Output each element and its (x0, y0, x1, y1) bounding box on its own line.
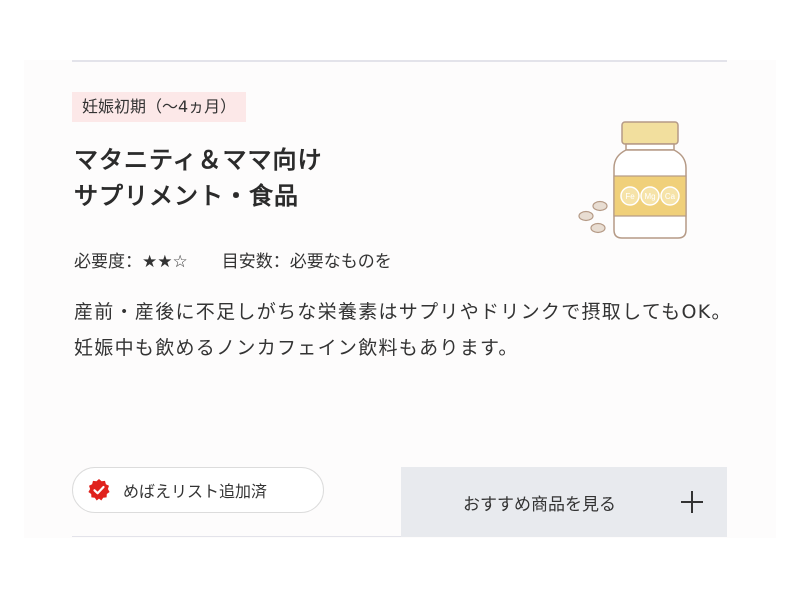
supplement-bottle-icon: Fe Mg Ca (578, 121, 687, 239)
check-badge-icon (88, 479, 110, 501)
necessity-rating: ★★☆ (142, 252, 188, 272)
plus-icon (681, 491, 703, 513)
view-recommended-button[interactable]: おすすめ商品を見る (401, 467, 727, 537)
card-description: 産前・産後に不足しがちな栄養素はサプリやドリンクで摂取してもOK。妊娠中も飲める… (74, 301, 732, 359)
label-fe: Fe (625, 192, 635, 201)
top-divider (72, 60, 727, 62)
label-ca: Ca (665, 192, 676, 201)
card-title-line-1: マタニティ＆ママ向け (74, 146, 323, 174)
necessity-label: 必要度： (74, 252, 142, 272)
period-tag: 妊娠初期（〜4ヵ月） (72, 92, 247, 122)
guideline-text: 目安数：必要なものを (221, 252, 392, 272)
card-title-line-2: サプリメント・食品 (74, 182, 299, 210)
added-to-list-button[interactable]: めばえリスト追加済 (72, 467, 324, 513)
meta-row: 必要度：★★☆ 目安数：必要なものを (74, 249, 392, 275)
view-recommended-label: おすすめ商品を見る (463, 495, 616, 515)
added-to-list-label: めばえリスト追加済 (123, 482, 268, 501)
card-title: マタニティ＆ママ向け サプリメント・食品 (74, 142, 514, 214)
label-mg: Mg (644, 192, 655, 201)
